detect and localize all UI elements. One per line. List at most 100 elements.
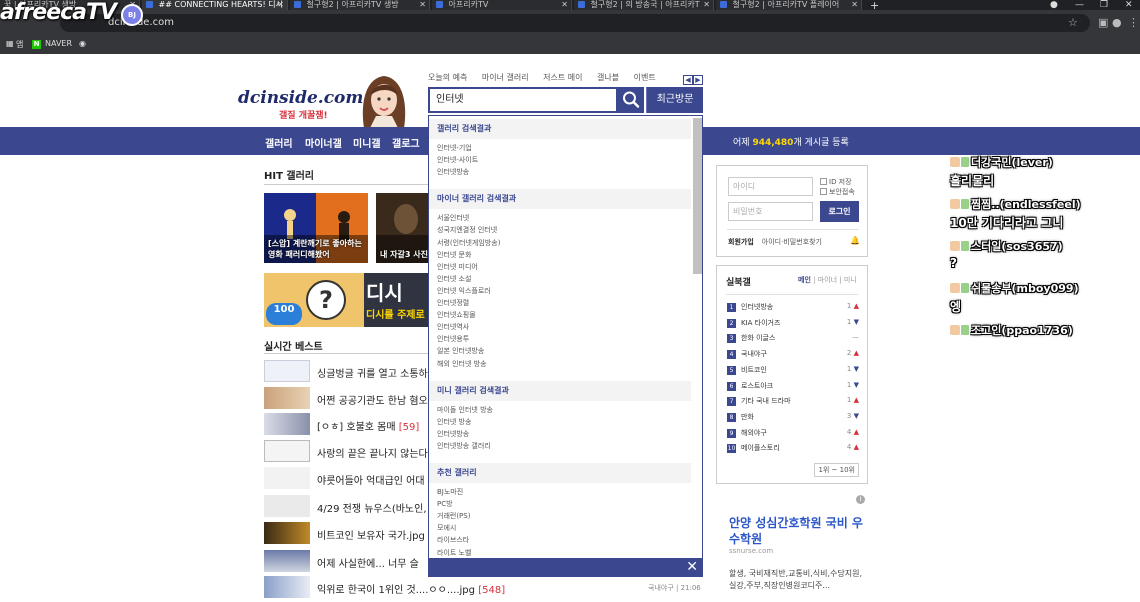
hit-gallery-title[interactable]: HIT 갤러리 — [264, 167, 314, 182]
best-item[interactable]: 야릇어들아 억대급인 어대 — [264, 467, 434, 493]
search-button[interactable] — [618, 87, 644, 113]
dropdown-suggestion[interactable]: 마이돌 인터넷 방송 — [437, 405, 493, 415]
find-account-link[interactable]: 아이디·비밀번호찾기 — [762, 238, 822, 246]
minimize-icon[interactable]: — — [1075, 0, 1084, 10]
account-icon[interactable]: ● — [1112, 16, 1122, 29]
dropdown-suggestion[interactable]: 인터넷 방송 — [437, 417, 471, 427]
gnb-gallery[interactable]: 갤러리 — [265, 135, 293, 150]
dropdown-suggestion[interactable]: 성국지엔결정 인터넷 — [437, 225, 497, 235]
dropdown-suggestion[interactable]: 서울인터넷 — [437, 213, 469, 223]
prev-arrow-icon[interactable]: ◀ — [683, 75, 693, 85]
realtime-best-title[interactable]: 실시간 베스트 — [264, 338, 323, 353]
topnav-link[interactable]: 마이너 갤러리 — [482, 73, 529, 82]
extension-icon[interactable]: ▣ — [1098, 16, 1108, 29]
close-icon[interactable]: ✕ — [851, 0, 858, 9]
bookmark-naver[interactable]: N NAVER — [32, 39, 72, 49]
ranking-item[interactable]: 8 만화 3 ▼ — [727, 412, 859, 425]
best-item[interactable]: 어쩐 공공기관도 한남 혐오 — [264, 387, 434, 413]
dropdown-suggestion[interactable]: 인터넷 문화 — [437, 250, 471, 260]
gnb-gallog[interactable]: 갤로그 — [392, 135, 420, 150]
topnav-link[interactable]: 저스트 메이 — [543, 73, 582, 82]
gnb-minor-gallery[interactable]: 마이너갤 — [305, 135, 342, 150]
dropdown-suggestion[interactable]: 인터넷정렬 — [437, 298, 469, 308]
topnav-link[interactable]: 갤나블 — [597, 73, 619, 82]
bookmark-apps[interactable]: 앱 — [16, 39, 23, 50]
tab-mini[interactable]: 미니 — [844, 276, 857, 284]
topnav-link[interactable]: 이벤트 — [634, 73, 656, 82]
dcinside-logo[interactable]: dcinside.com — [238, 88, 363, 108]
dropdown-suggestion[interactable]: BJ노마진 — [437, 487, 463, 497]
browser-tab[interactable]: 철구형2 | 아프리카TV 플레이어 ✕ — [716, 0, 862, 10]
dropdown-scrollbar[interactable] — [693, 118, 702, 274]
dropdown-suggestion[interactable]: 인터넷-사이트 — [437, 155, 478, 165]
dropdown-suggestion[interactable]: 인터넷방송 — [437, 429, 469, 439]
best-item[interactable]: 싱글벙글 귀를 열고 소통하 — [264, 360, 434, 386]
dropdown-suggestion[interactable]: 라이트 노벨 — [437, 548, 471, 558]
ranking-item[interactable]: 4 국내야구 2 ▲ — [727, 349, 859, 362]
ranking-item[interactable]: 3 한화 이글스 — — [727, 333, 859, 346]
dropdown-suggestion[interactable]: 일본 인터넷방송 — [437, 346, 484, 356]
dropdown-suggestion[interactable]: 인터넷쇼핑몰 — [437, 310, 476, 320]
best-item[interactable]: 사랑의 끝은 끝나지 않는다 — [264, 440, 434, 466]
dropdown-suggestion[interactable]: 인터넷 익스플로러 — [437, 286, 491, 296]
ranking-item[interactable]: 5 비트코인 1 ▼ — [727, 365, 859, 378]
profile-dot-icon[interactable]: ● — [1050, 0, 1058, 10]
star-icon[interactable]: ☆ — [1068, 16, 1078, 29]
close-icon[interactable]: ✕ — [419, 0, 426, 9]
best-item[interactable]: [ㅇㅎ] 호불호 몸매 [59] — [264, 413, 434, 439]
dropdown-suggestion[interactable]: 모에시 — [437, 523, 456, 533]
gnb-mini-gallery[interactable]: 미니갤 — [353, 135, 381, 150]
menu-icon[interactable]: ⋮ — [1128, 16, 1139, 29]
ranking-pagination[interactable]: 1위 ~ 10위 — [814, 463, 859, 477]
ranking-item[interactable]: 7 기타 국내 드라마 1 ▲ — [727, 396, 859, 409]
browser-tab[interactable]: 철구형2 | 의 방송국 | 아프리카T ✕ — [574, 0, 714, 10]
dropdown-suggestion[interactable]: 인터넷 소설 — [437, 274, 471, 284]
save-id-checkbox[interactable]: ID 저장 — [820, 177, 852, 187]
dropdown-suggestion[interactable]: 거래런(PS) — [437, 511, 470, 521]
topnav-link[interactable]: 오늘의 예측 — [428, 73, 467, 82]
dropdown-suggestion[interactable]: 인터넷 미디어 — [437, 262, 478, 272]
close-dropdown-button[interactable]: ✕ — [686, 559, 698, 575]
dropdown-suggestion[interactable]: 라이브스타 — [437, 535, 469, 545]
address-bar[interactable]: dcinside.com — [60, 14, 1090, 32]
dropdown-suggestion[interactable]: 해외 인터넷 방송 — [437, 359, 487, 369]
hit-card[interactable]: [스압] 계란깨기로 좋아하는 영화 패러디해봤어 — [264, 193, 368, 263]
recent-visit-button[interactable]: 최근방문 — [646, 87, 703, 113]
best-item[interactable]: 4/29 전쟁 뉴우스(바노인, — [264, 495, 434, 521]
login-button[interactable]: 로그인 — [820, 201, 859, 222]
browser-tab[interactable]: 철구형2 | 아프리카TV 생방 ✕ — [290, 0, 430, 10]
tab-minor[interactable]: 마이너 — [818, 276, 837, 284]
dropdown-suggestion[interactable]: 인터넷-기업 — [437, 143, 472, 153]
ranking-item[interactable]: 9 해외야구 4 ▲ — [727, 428, 859, 441]
bell-icon[interactable]: 🔔 — [850, 236, 860, 245]
close-icon[interactable]: ✕ — [277, 0, 284, 9]
ranking-item[interactable]: 2 KIA 타이거즈 1 ▼ — [727, 318, 859, 331]
maximize-icon[interactable]: ❐ — [1100, 0, 1108, 10]
search-input[interactable]: 인터넷 — [428, 87, 618, 113]
promo-banner[interactable]: 100 ? 디시 디시를 주제로 — [264, 273, 434, 327]
ad-url[interactable]: ssnurse.com — [729, 547, 773, 555]
browser-tab[interactable]: 아프리카TV ✕ — [432, 0, 572, 10]
dropdown-suggestion[interactable]: 인터넷방송 — [437, 167, 469, 177]
dropdown-suggestion[interactable]: 인터넷방송 갤러리 — [437, 441, 491, 451]
dropdown-suggestion[interactable]: 인터넷용투 — [437, 334, 469, 344]
dropdown-suggestion[interactable]: 서령(인터넷게임방송) — [437, 238, 500, 248]
password-input[interactable]: 비밀번호 — [728, 202, 813, 221]
hit-card[interactable]: 내 자갈3 사진 — [376, 193, 434, 263]
dropdown-suggestion[interactable]: 인터넷역사 — [437, 322, 469, 332]
window-close-icon[interactable]: ✕ — [1125, 0, 1133, 10]
ranking-item[interactable]: 10 메이플스토리 4 ▲ — [727, 443, 859, 456]
dropdown-suggestion[interactable]: PC방 — [437, 499, 453, 509]
close-icon[interactable]: ✕ — [561, 0, 568, 9]
globe-icon[interactable]: ◉ — [79, 39, 86, 48]
close-icon[interactable]: ✕ — [703, 0, 710, 9]
browser-tab-active[interactable]: ## CONNECTING HEARTS! 디시 ✕ — [142, 0, 288, 10]
ad-title[interactable]: 안양 성심간호학원 국비 우수학원 — [729, 515, 869, 547]
best-item[interactable]: 익위로 한국이 1위인 것....ㅇㅇ....jpg [548] 국내야구 | … — [264, 576, 704, 602]
ranking-item[interactable]: 6 로스트아크 1 ▼ — [727, 381, 859, 394]
apps-icon[interactable]: ▦ — [6, 39, 14, 48]
secure-login-checkbox[interactable]: 보안접속 — [820, 187, 855, 197]
best-item[interactable]: 비트코인 보유자 국가.jpg — [264, 522, 434, 548]
next-arrow-icon[interactable]: ▶ — [693, 75, 703, 85]
join-link[interactable]: 회원가입 — [728, 238, 754, 246]
